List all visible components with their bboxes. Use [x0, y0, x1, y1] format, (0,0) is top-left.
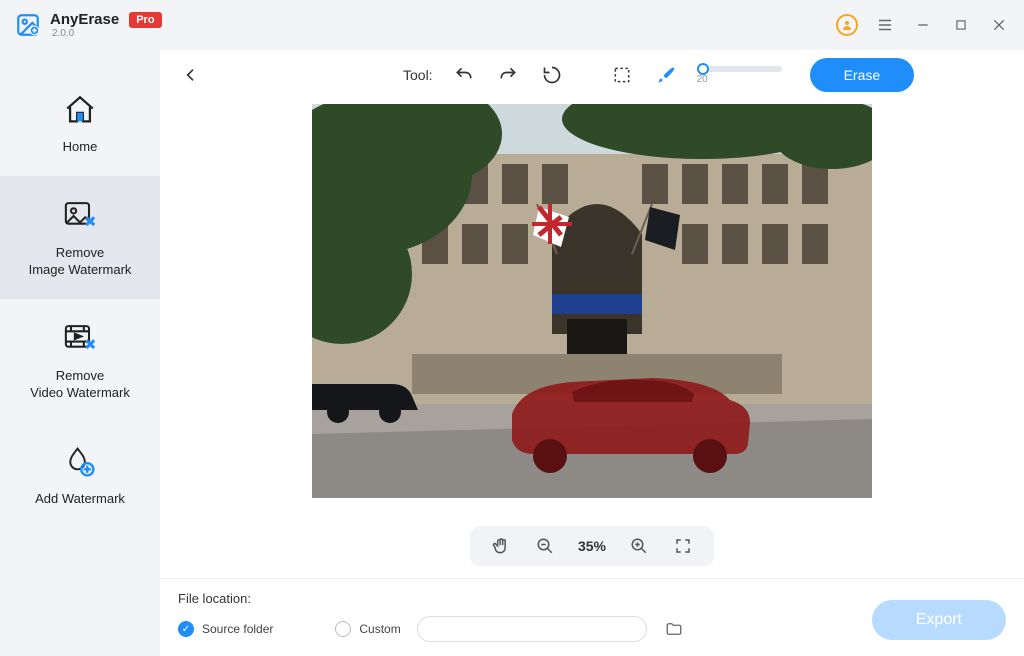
app-name: AnyErase — [50, 11, 119, 28]
profile-button[interactable] — [836, 14, 858, 36]
sidebar-item-home[interactable]: Home — [0, 70, 160, 176]
zoom-level: 35% — [578, 538, 606, 554]
reset-button[interactable] — [539, 62, 565, 88]
custom-folder-label: Custom — [359, 622, 400, 636]
erase-button[interactable]: Erase — [810, 58, 915, 92]
undo-button[interactable] — [451, 62, 477, 88]
custom-path-input[interactable] — [417, 616, 647, 642]
source-folder-radio[interactable]: ✓ Source folder — [178, 621, 273, 637]
home-icon — [60, 90, 100, 130]
minimize-button[interactable] — [912, 14, 934, 36]
zoom-out-button[interactable] — [534, 535, 556, 557]
sidebar-item-label: Remove Image Watermark — [29, 244, 132, 279]
sidebar-item-remove-video-watermark[interactable]: Remove Video Watermark — [0, 299, 160, 422]
canvas-area[interactable] — [160, 100, 1024, 512]
titlebar: AnyErase Pro 2.0.0 — [0, 0, 1024, 50]
redo-button[interactable] — [495, 62, 521, 88]
close-button[interactable] — [988, 14, 1010, 36]
radio-unchecked-icon — [335, 621, 351, 637]
app-logo-icon — [14, 11, 42, 39]
export-button[interactable]: Export — [872, 600, 1006, 640]
custom-folder-radio[interactable]: Custom — [335, 621, 400, 637]
maximize-button[interactable] — [950, 14, 972, 36]
footer: File location: ✓ Source folder Custom — [160, 578, 1024, 656]
menu-button[interactable] — [874, 14, 896, 36]
brush-size-slider[interactable]: 20 — [697, 66, 782, 85]
sidebar: Home Remove Image Watermark Remove Video… — [0, 50, 160, 656]
editor-toolbar: Tool: — [160, 50, 1024, 100]
profile-icon — [836, 14, 858, 36]
remove-video-watermark-icon — [60, 319, 100, 359]
fullscreen-button[interactable] — [672, 535, 694, 557]
zoom-in-button[interactable] — [628, 535, 650, 557]
zoom-bar: 35% — [160, 512, 1024, 578]
pan-hand-button[interactable] — [490, 535, 512, 557]
sidebar-item-label: Home — [63, 138, 98, 156]
sidebar-item-label: Add Watermark — [35, 490, 125, 508]
brush-tool-button[interactable] — [653, 62, 679, 88]
brush-size-value: 20 — [697, 74, 708, 85]
pro-badge: Pro — [129, 12, 161, 28]
sidebar-item-remove-image-watermark[interactable]: Remove Image Watermark — [0, 176, 160, 299]
tool-label: Tool: — [403, 67, 433, 83]
selection-tool-button[interactable] — [609, 62, 635, 88]
sidebar-item-add-watermark[interactable]: Add Watermark — [0, 422, 160, 528]
app-version: 2.0.0 — [52, 28, 162, 39]
remove-image-watermark-icon — [60, 196, 100, 236]
image-canvas[interactable] — [312, 104, 872, 498]
sidebar-item-label: Remove Video Watermark — [30, 367, 130, 402]
browse-folder-button[interactable] — [663, 618, 685, 640]
add-watermark-icon — [60, 442, 100, 482]
radio-checked-icon: ✓ — [178, 621, 194, 637]
back-button[interactable] — [178, 62, 204, 88]
source-folder-label: Source folder — [202, 622, 273, 636]
